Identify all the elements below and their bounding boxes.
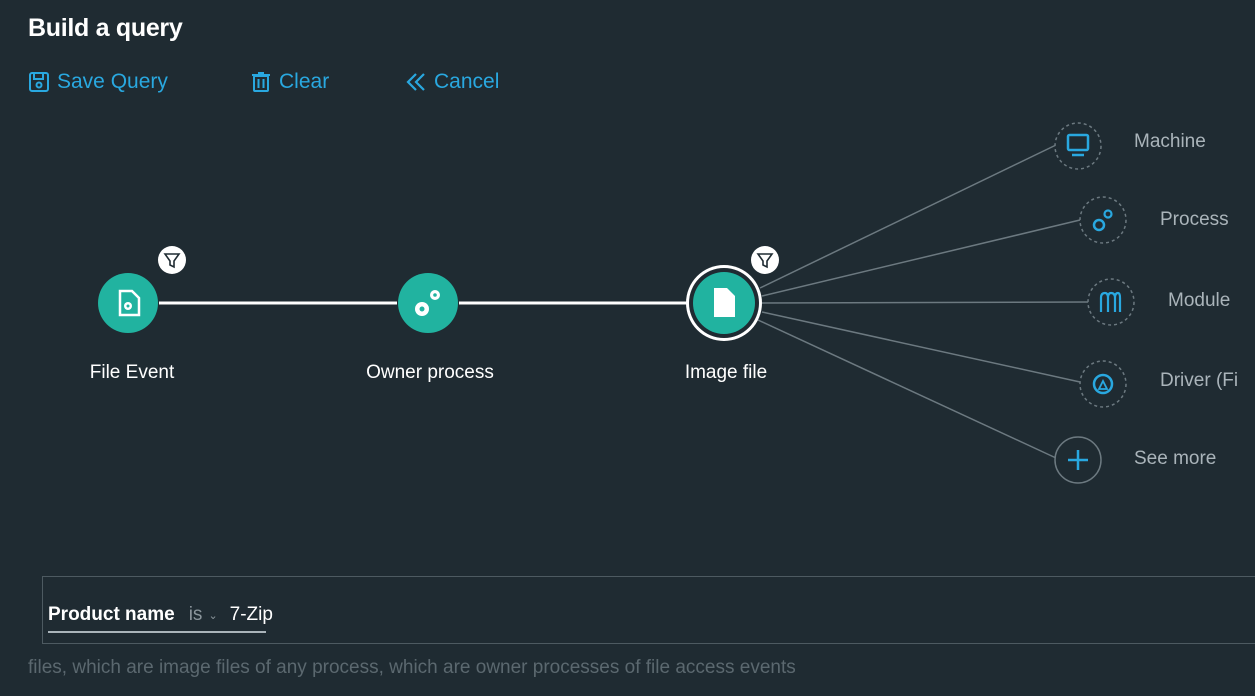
node-image-file[interactable] bbox=[686, 265, 762, 341]
node-file-event[interactable] bbox=[98, 273, 158, 333]
query-summary: files, which are image files of any proc… bbox=[28, 657, 796, 678]
node-label-image-file: Image file bbox=[684, 362, 768, 383]
field-name[interactable]: Product name bbox=[48, 604, 175, 626]
related-label-module[interactable]: Module bbox=[1168, 290, 1230, 312]
related-driver[interactable] bbox=[1079, 360, 1127, 408]
related-module[interactable] bbox=[1087, 278, 1135, 326]
node-owner-process[interactable] bbox=[398, 273, 458, 333]
condition-row: Product name is ⌄ 7-Zip bbox=[48, 604, 273, 626]
related-label-driver[interactable]: Driver (Fi bbox=[1160, 370, 1238, 392]
related-machine[interactable] bbox=[1054, 122, 1102, 170]
filter-badge-file-event[interactable] bbox=[158, 246, 186, 274]
related-label-machine[interactable]: Machine bbox=[1134, 131, 1206, 153]
related-process[interactable] bbox=[1079, 196, 1127, 244]
related-label-process[interactable]: Process bbox=[1160, 209, 1229, 231]
connector-driver bbox=[761, 311, 1081, 383]
node-label-owner-process: Owner process bbox=[366, 362, 494, 383]
condition-value[interactable]: 7-Zip bbox=[230, 604, 273, 626]
node-label-file-event: File Event bbox=[89, 362, 175, 383]
query-graph bbox=[98, 122, 1135, 484]
related-label-see-more[interactable]: See more bbox=[1134, 448, 1216, 470]
connector-process bbox=[761, 219, 1081, 297]
operator-label: is bbox=[188, 604, 203, 625]
connector-see-more bbox=[757, 319, 1057, 459]
connector-machine bbox=[759, 144, 1057, 289]
chevron-down-icon: ⌄ bbox=[208, 609, 218, 622]
field-underline bbox=[48, 631, 266, 633]
filter-badge-image-file[interactable] bbox=[751, 246, 779, 274]
related-see-more[interactable] bbox=[1054, 436, 1102, 484]
connector-module bbox=[761, 301, 1089, 304]
operator-dropdown[interactable]: is ⌄ bbox=[189, 604, 218, 626]
